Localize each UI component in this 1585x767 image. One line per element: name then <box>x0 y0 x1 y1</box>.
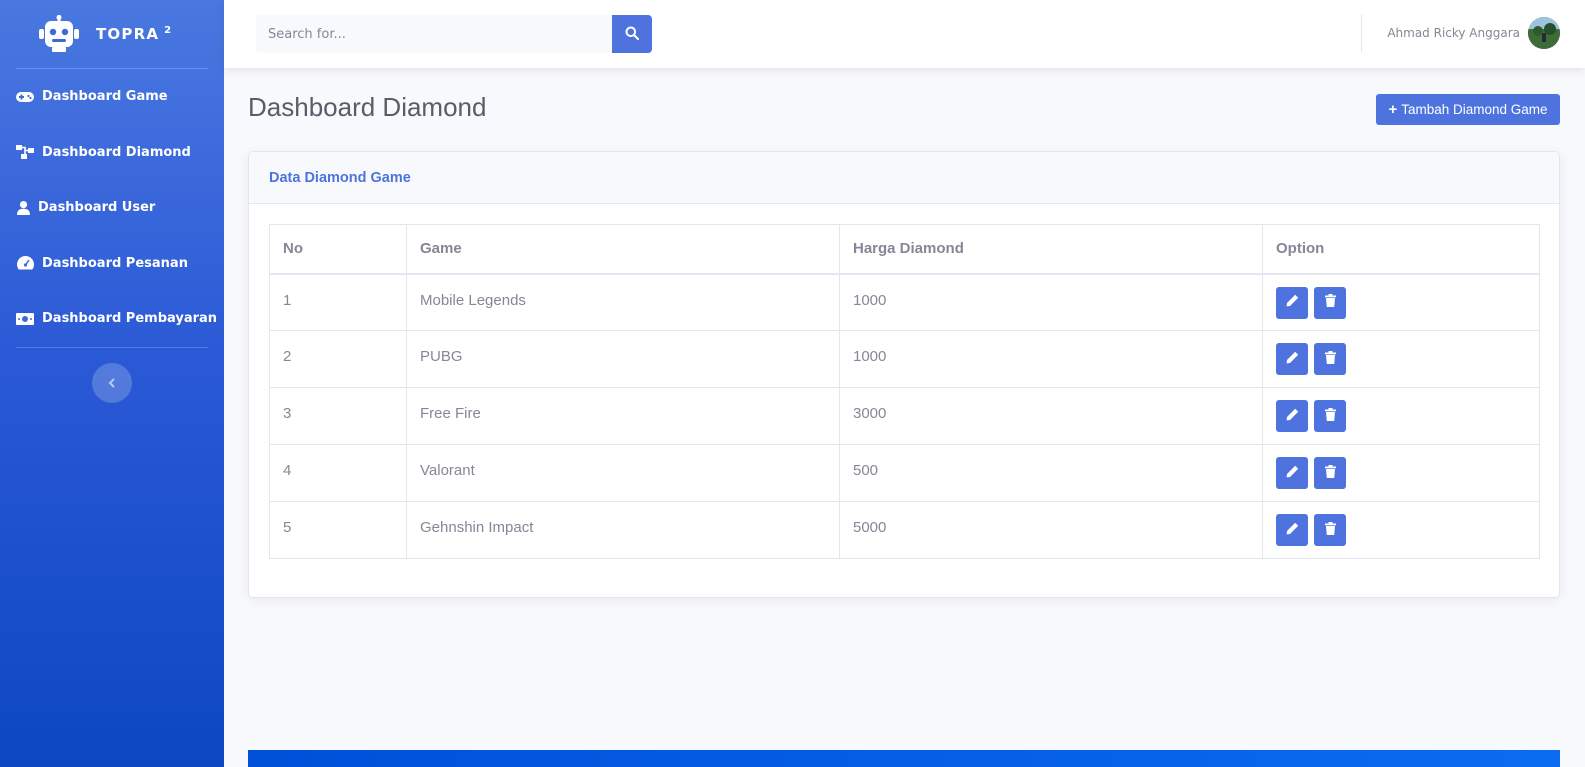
sidebar-item-game[interactable]: Dashboard Game <box>0 69 224 125</box>
delete-button[interactable] <box>1314 514 1347 546</box>
user-name: Ahmad Ricky Anggara <box>1387 26 1520 40</box>
cell-game: Free Fire <box>406 387 840 445</box>
table-header-row: No Game Harga Diamond Option <box>269 224 1540 275</box>
cell-no: 5 <box>269 501 407 559</box>
gamepad-icon <box>16 90 34 104</box>
sidebar-item-pembayaran[interactable]: Dashboard Pembayaran <box>0 291 224 347</box>
delete-button[interactable] <box>1314 343 1347 375</box>
sidebar-toggle-button[interactable] <box>92 362 132 403</box>
cell-game: Valorant <box>406 444 840 502</box>
brand-name: TOPRA 2 <box>96 25 173 43</box>
table-row: 2 PUBG 1000 <box>269 330 1540 388</box>
cell-option <box>1262 501 1540 559</box>
diamond-table: No Game Harga Diamond Option 1 Mobile Le… <box>269 224 1540 559</box>
cell-harga: 5000 <box>839 501 1263 559</box>
delete-button[interactable] <box>1314 457 1347 489</box>
cell-harga: 1000 <box>839 273 1263 331</box>
edit-button[interactable] <box>1276 286 1308 319</box>
cell-no: 1 <box>269 273 407 331</box>
table-row: 3 Free Fire 3000 <box>269 387 1540 445</box>
edit-button[interactable] <box>1276 343 1308 375</box>
search-icon <box>625 25 640 44</box>
cell-harga: 3000 <box>839 387 1263 445</box>
cell-harga: 1000 <box>839 330 1263 388</box>
chevron-left-icon <box>108 373 116 392</box>
trash-icon <box>1324 464 1336 482</box>
sidebar-item-label: Dashboard Game <box>42 89 168 105</box>
diamond-card: Data Diamond Game No Game Harga Diamond … <box>248 151 1560 598</box>
money-bill-icon <box>16 312 34 326</box>
edit-button[interactable] <box>1276 400 1308 432</box>
cell-no: 4 <box>269 444 407 502</box>
brand-link[interactable]: TOPRA 2 <box>0 0 224 68</box>
column-header-harga: Harga Diamond <box>839 224 1263 275</box>
sidebar-item-pesanan[interactable]: Dashboard Pesanan <box>0 236 224 292</box>
topbar-divider <box>1361 14 1362 52</box>
sidebar-item-label: Dashboard Pesanan <box>42 255 188 271</box>
pencil-icon <box>1286 465 1299 482</box>
cell-game: Mobile Legends <box>406 273 840 331</box>
pencil-icon <box>1286 351 1299 368</box>
search-button[interactable] <box>612 15 652 53</box>
gauge-icon <box>16 256 34 270</box>
cell-game: Gehnshin Impact <box>406 501 840 559</box>
pencil-icon <box>1286 408 1299 425</box>
avatar <box>1528 17 1560 49</box>
pencil-icon <box>1286 294 1299 311</box>
trash-icon <box>1324 521 1336 539</box>
cell-option <box>1262 330 1540 388</box>
sitemap-icon <box>16 145 34 160</box>
sidebar-item-user[interactable]: Dashboard User <box>0 180 224 236</box>
cell-game: PUBG <box>406 330 840 388</box>
table-row: 5 Gehnshin Impact 5000 <box>269 501 1540 559</box>
search-input[interactable] <box>256 15 612 53</box>
sidebar-item-diamond[interactable]: Dashboard Diamond <box>0 125 224 181</box>
cell-option <box>1262 273 1540 331</box>
add-diamond-game-button[interactable]: + Tambah Diamond Game <box>1376 94 1560 125</box>
column-header-option: Option <box>1262 224 1540 275</box>
table-row: 4 Valorant 500 <box>269 444 1540 502</box>
plus-icon: + <box>1388 101 1398 118</box>
cell-no: 3 <box>269 387 407 445</box>
delete-button[interactable] <box>1314 400 1347 432</box>
card-title: Data Diamond Game <box>269 169 411 186</box>
sidebar-item-label: Dashboard User <box>38 200 156 216</box>
sidebar-item-label: Dashboard Pembayaran <box>42 311 218 327</box>
trash-icon <box>1324 294 1336 311</box>
column-header-game: Game <box>406 224 840 275</box>
sidebar-divider <box>16 346 208 348</box>
card-header: Data Diamond Game <box>249 152 1559 204</box>
sidebar: TOPRA 2 Dashboard Game Dashboard Diamond … <box>0 0 224 767</box>
cell-option <box>1262 387 1540 445</box>
table-row: 1 Mobile Legends 1000 <box>269 273 1540 331</box>
sidebar-item-label: Dashboard Diamond <box>42 144 191 160</box>
cell-option <box>1262 444 1540 502</box>
pencil-icon <box>1286 522 1299 539</box>
add-button-label: Tambah Diamond Game <box>1401 102 1548 117</box>
page-title: Dashboard Diamond <box>248 92 487 122</box>
edit-button[interactable] <box>1276 457 1308 489</box>
cell-harga: 500 <box>839 444 1263 502</box>
topbar: Ahmad Ricky Anggara <box>224 0 1585 68</box>
user-dropdown[interactable]: Ahmad Ricky Anggara <box>1387 17 1560 49</box>
edit-button[interactable] <box>1276 514 1308 546</box>
footer-bar <box>248 750 1560 767</box>
trash-icon <box>1324 350 1336 368</box>
cell-no: 2 <box>269 330 407 388</box>
search-form <box>256 15 652 53</box>
trash-icon <box>1324 407 1336 425</box>
robot-icon <box>38 15 80 53</box>
user-icon <box>16 200 30 215</box>
column-header-no: No <box>269 224 407 275</box>
delete-button[interactable] <box>1314 286 1347 319</box>
